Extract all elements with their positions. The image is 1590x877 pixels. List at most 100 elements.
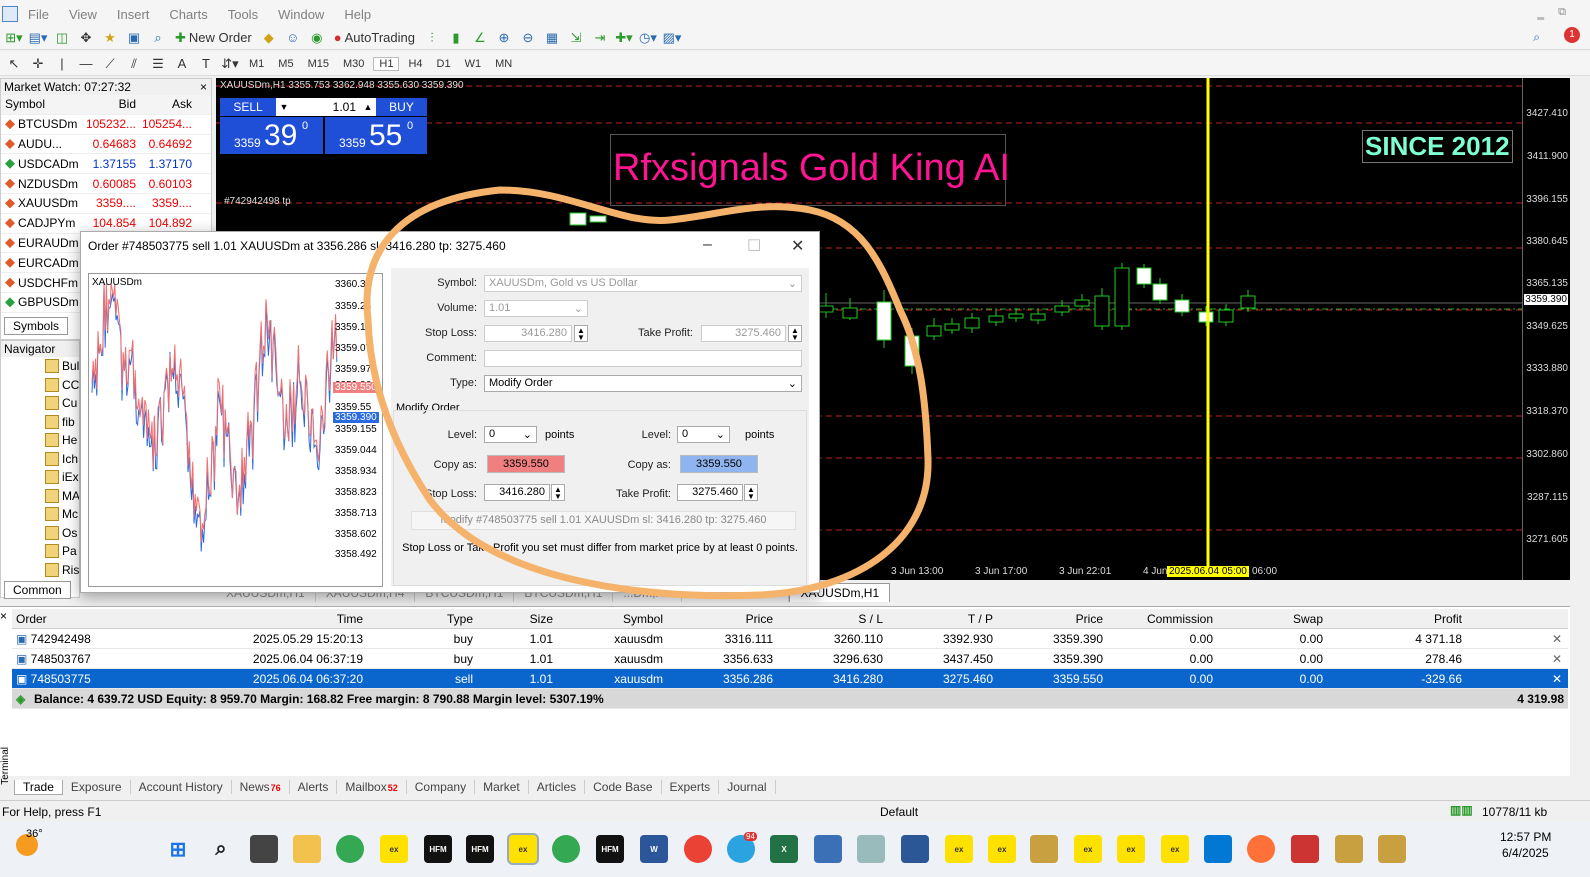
menu-window[interactable]: Window [268, 7, 334, 22]
volume-select[interactable]: 1.01 ⌄ [484, 300, 588, 317]
snip-tool-icon[interactable] [1291, 835, 1319, 863]
tf-m5[interactable]: M5 [273, 58, 298, 70]
type-select[interactable]: Modify Order ⌄ [484, 375, 802, 392]
stop-loss-spinner[interactable]: ▲ ▼ [574, 325, 588, 342]
navigator-item[interactable]: Ris [1, 561, 79, 580]
metatrader-icon[interactable] [1378, 835, 1406, 863]
new-order-button[interactable]: ✚ New Order [172, 28, 255, 48]
stop-loss-input[interactable]: 3416.280 [484, 325, 572, 342]
take-profit-spinner[interactable]: ▲ ▼ [788, 325, 802, 342]
lot-up-icon[interactable]: ▲ [360, 98, 376, 116]
navigator-icon[interactable]: ★ [100, 28, 120, 48]
candle-chart-icon[interactable]: ▮ [446, 28, 466, 48]
firefox-icon[interactable] [1247, 835, 1275, 863]
market-watch-row[interactable]: BTCUSDm 105232... 105254... [1, 115, 211, 135]
terminal-tab[interactable]: News76 [232, 780, 290, 794]
sell-price-box[interactable]: 3359 39 0 [220, 117, 323, 154]
buy-button[interactable]: BUY [376, 98, 427, 116]
zoom-out-icon[interactable]: ⊖ [518, 28, 538, 48]
tf-h1[interactable]: H1 [373, 56, 400, 71]
terminal-tab[interactable]: Mailbox52 [337, 780, 407, 794]
periods-icon[interactable]: ◷▾ [638, 28, 658, 48]
start-icon[interactable]: ⊞ [164, 835, 192, 863]
vscode-icon[interactable] [1204, 835, 1232, 863]
modify-tp-input[interactable]: 3275.460 [677, 484, 743, 501]
close-order-icon[interactable]: ✕ [1552, 632, 1562, 646]
meta-editor-icon[interactable]: ◆ [259, 28, 279, 48]
notepad-icon[interactable] [814, 835, 842, 863]
chrome-icon[interactable] [336, 835, 364, 863]
col-header[interactable]: S / L [777, 609, 887, 628]
tester-icon[interactable]: ⌕ [148, 28, 168, 48]
copy-tp-button[interactable]: 3359.550 [680, 455, 758, 473]
tf-d1[interactable]: D1 [432, 58, 456, 70]
signals-icon[interactable]: ☺ [283, 28, 303, 48]
modify-tp-spinner[interactable]: ▲ ▼ [744, 484, 758, 501]
col-header[interactable]: Type [367, 609, 477, 628]
hfm-icon[interactable]: HFM [466, 835, 494, 863]
line-chart-icon[interactable]: ∠ [470, 28, 490, 48]
profiles-icon[interactable]: ▤▾ [28, 28, 48, 48]
metatrader-icon[interactable] [1030, 835, 1058, 863]
tf-m30[interactable]: M30 [338, 58, 369, 70]
hfm-icon[interactable]: HFM [424, 835, 452, 863]
data-window-icon[interactable]: ✥ [76, 28, 96, 48]
symbol-select[interactable]: XAUUSDm, Gold vs US Dollar ⌄ [484, 275, 802, 292]
level-left-select[interactable]: 0 ⌄ [484, 426, 537, 443]
order-row[interactable]: ▣ 748503775 2025.06.04 06:37:20 sell 1.01 xa… [12, 669, 1568, 689]
order-row[interactable]: ▣ 742942498 2025.05.29 15:20:13 buy 1.01 xau… [12, 629, 1568, 649]
excel-icon[interactable]: X [770, 835, 798, 863]
word-icon[interactable]: W [640, 835, 668, 863]
navigator-item[interactable]: MA [1, 487, 79, 506]
market-watch-row[interactable]: NZDUSDm 0.60085 0.60103 [1, 174, 211, 194]
tab-symbols[interactable]: Symbols [4, 317, 69, 335]
menu-charts[interactable]: Charts [159, 7, 217, 22]
navigator-item[interactable]: He [1, 431, 79, 450]
notification-badge[interactable]: 1 [1564, 27, 1580, 43]
label-icon[interactable]: T [196, 54, 216, 74]
col-header[interactable]: Time [167, 609, 367, 628]
tile-windows-icon[interactable]: ▦ [542, 28, 562, 48]
market-watch-row[interactable]: XAUUSDm 3359.... 3359.... [1, 194, 211, 214]
modify-button[interactable]: Modify #748503775 sell 1.01 XAUUSDm sl: … [411, 511, 796, 530]
horizontal-line-icon[interactable]: — [76, 54, 96, 74]
tf-h4[interactable]: H4 [403, 58, 427, 70]
navigator-item[interactable]: Cu [1, 394, 79, 413]
navigator-item[interactable]: Os [1, 524, 79, 543]
terminal-close-icon[interactable]: × [0, 609, 7, 623]
exness-icon[interactable]: ex [1161, 835, 1189, 863]
navigator-item[interactable]: iEx [1, 468, 79, 487]
modify-sl-spinner[interactable]: ▲ ▼ [551, 484, 565, 501]
menu-insert[interactable]: Insert [107, 7, 160, 22]
close-order-icon[interactable]: ✕ [1552, 672, 1562, 686]
terminal-tab[interactable]: Experts [662, 780, 720, 794]
col-header[interactable]: Symbol [557, 609, 667, 628]
navigator-item[interactable]: Ich [1, 450, 79, 469]
exness-icon[interactable]: ex [988, 835, 1016, 863]
vps-icon[interactable]: ◉ [307, 28, 327, 48]
task-view-icon[interactable] [250, 835, 278, 863]
tab-common[interactable]: Common [4, 581, 71, 599]
exness-icon[interactable]: ex [380, 835, 408, 863]
remote-desktop-icon[interactable] [901, 835, 929, 863]
market-watch-row[interactable]: AUDU... 0.64683 0.64692 [1, 135, 211, 155]
snipping-icon[interactable] [857, 835, 885, 863]
lot-input[interactable]: 1.01 [292, 98, 360, 116]
col-header[interactable]: Size [477, 609, 557, 628]
close-order-icon[interactable]: ✕ [1552, 652, 1562, 666]
terminal-tab[interactable]: Journal [719, 780, 776, 794]
arrows-icon[interactable]: ⇵▾ [220, 54, 240, 74]
market-watch-row[interactable]: USDCADm 1.37155 1.37170 [1, 154, 211, 175]
terminal-tab[interactable]: Alerts [290, 780, 338, 794]
tf-m15[interactable]: M15 [303, 58, 334, 70]
search-taskbar-icon[interactable]: ⌕ [207, 835, 235, 863]
col-symbol[interactable]: Symbol [1, 97, 83, 111]
menu-tools[interactable]: Tools [218, 7, 268, 22]
close-icon[interactable]: × [200, 80, 211, 94]
modify-sl-input[interactable]: 3416.280 [484, 484, 550, 501]
level-right-select[interactable]: 0 ⌄ [677, 426, 730, 443]
vertical-line-icon[interactable]: | [52, 54, 72, 74]
menu-file[interactable]: File [18, 7, 59, 22]
col-header[interactable]: Profit [1327, 609, 1466, 628]
indicators-icon[interactable]: ✚▾ [614, 28, 634, 48]
